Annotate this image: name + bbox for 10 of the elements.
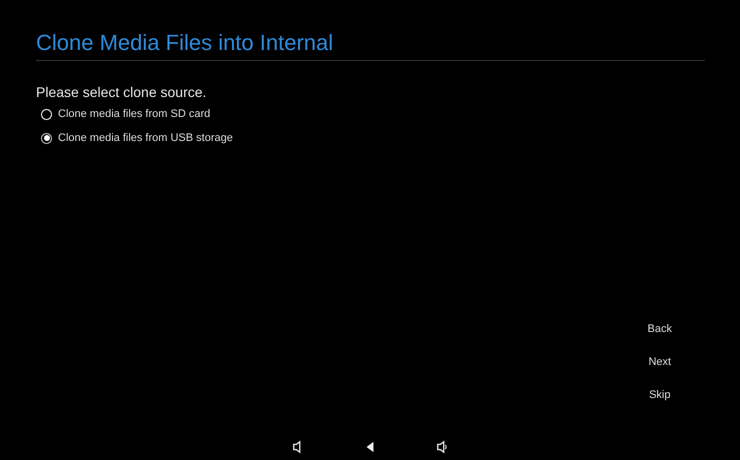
volume-up-icon[interactable] bbox=[436, 440, 448, 454]
option-label[interactable]: Clone media files from USB storage bbox=[58, 132, 233, 144]
prompt-text: Please select clone source. bbox=[36, 84, 208, 100]
nav-button[interactable]: Next bbox=[642, 353, 678, 371]
page-title: Clone Media Files into Internal bbox=[36, 30, 705, 61]
radio-button[interactable] bbox=[41, 132, 52, 144]
back-icon[interactable] bbox=[364, 440, 376, 454]
nav-button[interactable]: Skip bbox=[643, 386, 676, 404]
nav-button[interactable]: Back bbox=[642, 320, 678, 338]
option-label[interactable]: Clone media files from SD card bbox=[58, 108, 210, 120]
